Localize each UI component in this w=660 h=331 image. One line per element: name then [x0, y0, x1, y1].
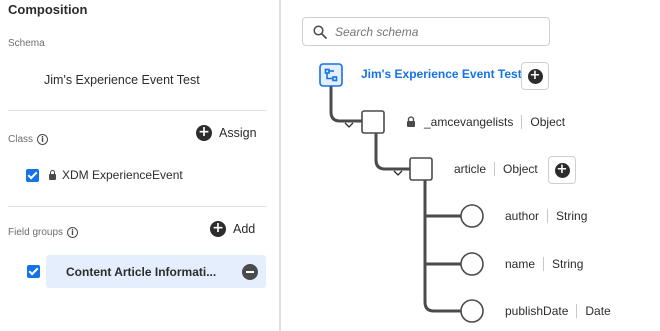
tree-node[interactable]: author String	[505, 209, 587, 223]
field-node-icon[interactable]	[460, 252, 484, 276]
lock-icon	[407, 116, 415, 127]
node-name: author	[505, 209, 540, 223]
add-field-button[interactable]: +	[548, 156, 576, 184]
chevron-down-icon[interactable]	[344, 122, 354, 128]
node-name: article	[454, 162, 487, 176]
node-type: String	[547, 209, 587, 223]
tree-connector	[329, 84, 364, 123]
object-node-icon[interactable]	[361, 110, 385, 134]
node-name: publishDate	[505, 304, 569, 318]
tree-node[interactable]: article Object	[454, 162, 538, 176]
tree-root-label: Jim's Experience Event Test	[361, 67, 522, 81]
tree-root[interactable]: Jim's Experience Event Test	[361, 67, 522, 81]
node-type: Object	[494, 162, 538, 176]
node-name: name	[505, 257, 536, 271]
tree-node[interactable]: name String	[505, 257, 583, 271]
field-node-icon[interactable]	[460, 299, 484, 323]
tree-node[interactable]: publishDate Date	[505, 304, 611, 318]
add-circle-icon: +	[527, 68, 543, 84]
node-type: String	[543, 257, 583, 271]
add-circle-icon: +	[554, 162, 570, 178]
object-node-icon[interactable]	[409, 157, 433, 181]
schema-root-icon[interactable]	[319, 63, 343, 87]
tree-node[interactable]: _amcevangelists Object	[424, 115, 565, 129]
node-type: Date	[576, 304, 611, 318]
tree-connector	[374, 130, 412, 171]
field-node-icon[interactable]	[460, 204, 484, 228]
tree-connector	[423, 178, 462, 313]
chevron-down-icon[interactable]	[393, 170, 403, 176]
node-type: Object	[521, 115, 565, 129]
node-name: _amcevangelists	[424, 115, 514, 129]
add-field-button[interactable]: +	[521, 62, 549, 90]
